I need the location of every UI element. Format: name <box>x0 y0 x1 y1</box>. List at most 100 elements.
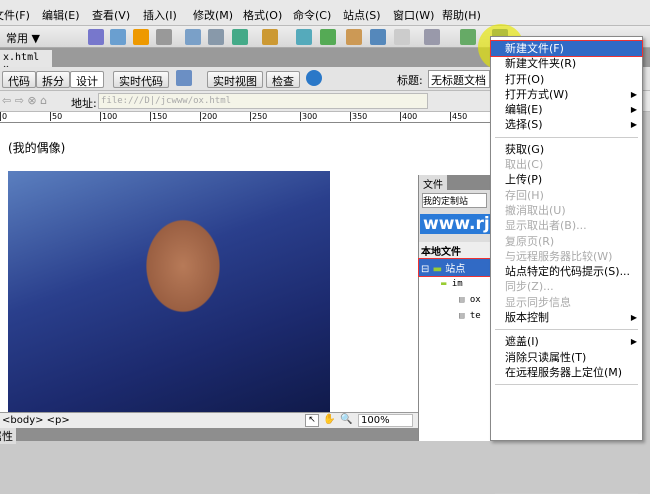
context-menu-item[interactable]: 上传(P) <box>491 172 642 187</box>
menu-0[interactable]: 文件(F) <box>0 7 30 23</box>
local-files-header: 本地文件 <box>419 242 490 259</box>
context-menu-item[interactable]: 消除只读属性(T) <box>491 350 642 365</box>
menu-separator <box>495 136 638 138</box>
context-menu-item[interactable]: 新建文件夹(R) <box>491 56 642 71</box>
category-select[interactable]: 常用 ▼ <box>6 30 40 46</box>
context-menu-item[interactable]: 获取(G) <box>491 142 642 157</box>
menu-item-label: 与远程服务器比较(W) <box>505 249 613 263</box>
tag-selector[interactable]: <body> <p> <box>2 415 70 426</box>
context-menu-item[interactable]: 打开方式(W) ▶ <box>491 87 642 102</box>
context-menu-item[interactable]: 遮盖(I) ▶ <box>491 334 642 349</box>
file-label: im <box>451 279 463 289</box>
file-tree-item[interactable]: ▤ ox <box>419 292 490 308</box>
code-view-button[interactable]: 代码 <box>2 71 36 88</box>
context-menu-item: 撤消取出(U) <box>491 203 642 218</box>
menu-separator <box>495 329 638 331</box>
nav-buttons-icon[interactable]: ⇦ ⇨ ⊗ ⌂ <box>2 94 47 107</box>
insert-tool-icon[interactable] <box>185 29 201 45</box>
insert-tool-icon[interactable] <box>424 29 440 45</box>
insert-tool-icon[interactable] <box>232 29 248 45</box>
title-input[interactable]: 无标题文档 <box>428 70 490 88</box>
menu-item-label: 取出(C) <box>505 158 544 172</box>
ruler-tick: 150 <box>150 112 168 121</box>
insert-tool-icon[interactable] <box>460 29 476 45</box>
submenu-arrow-icon: ▶ <box>630 120 637 130</box>
menu-item-label: 新建文件(F) <box>505 42 564 55</box>
context-menu: 新建文件(F) 新建文件夹(R) 打开(O) 打开方式(W) ▶ 编辑(E) ▶ 选择(S) ▶… <box>490 36 643 494</box>
zoom-select[interactable]: 100% <box>358 414 413 427</box>
site-select[interactable]: 我的定制站 <box>419 190 490 212</box>
address-input[interactable]: file:///D|/jcwww/ox.html <box>98 93 428 109</box>
context-menu-item: 同步(Z)... <box>491 279 642 294</box>
context-menu-item[interactable]: 选择(S) ▶ <box>491 117 642 132</box>
insert-tool-icon[interactable] <box>110 29 126 45</box>
site-name: 我的定制站 <box>422 193 487 208</box>
menu-item-label: 编辑(E) <box>505 103 543 117</box>
live-code-button[interactable]: 实时代码 <box>113 71 169 88</box>
idol-photo[interactable] <box>8 171 330 412</box>
zoom-tool-icon[interactable]: 🔍 <box>340 414 352 425</box>
context-menu-item: 复原页(R) <box>491 234 642 249</box>
select-tool-icon[interactable]: ↖ <box>305 414 319 427</box>
menu-item-label: 复原页(R) <box>505 234 555 248</box>
file-icon: ▤ <box>459 311 465 321</box>
menu-item-label: 存回(H) <box>505 188 544 202</box>
context-menu-item[interactable]: 编辑(E) ▶ <box>491 102 642 117</box>
insert-tool-icon[interactable] <box>394 29 410 45</box>
document-heading: (我的偶像) <box>8 141 66 155</box>
menu-9[interactable]: 帮助(H) <box>442 7 481 23</box>
insert-tool-icon[interactable] <box>262 29 278 45</box>
menu-7[interactable]: 站点(S) <box>343 7 381 23</box>
menu-item-label: 显示同步信息 <box>505 295 571 309</box>
menu-item-label: 上传(P) <box>505 173 543 187</box>
files-tab[interactable]: 文件 <box>419 175 447 192</box>
context-menu-item[interactable]: 站点特定的代码提示(S)... <box>491 264 642 279</box>
insert-tool-icon[interactable] <box>346 29 362 45</box>
title-label: 标题: <box>397 74 423 87</box>
insert-tool-icon[interactable] <box>156 29 172 45</box>
submenu-arrow-icon: ▶ <box>630 89 637 99</box>
insert-tool-icon[interactable] <box>320 29 336 45</box>
menu-5[interactable]: 格式(O) <box>243 7 282 23</box>
context-menu-item[interactable]: 新建文件(F) <box>490 39 643 58</box>
menu-4[interactable]: 修改(M) <box>193 7 233 23</box>
menu-item-label: 撤消取出(U) <box>505 203 566 217</box>
context-menu-item: 显示取出者(B)... <box>491 218 642 233</box>
insert-tool-icon[interactable] <box>88 29 104 45</box>
file-tree-item[interactable]: ▬ im <box>419 276 490 292</box>
menu-1[interactable]: 编辑(E) <box>42 7 80 23</box>
menu-item-label: 获取(G) <box>505 142 545 156</box>
zoom-value: 100% <box>361 415 390 426</box>
properties-tab[interactable]: 属性 <box>0 428 16 444</box>
design-view-button[interactable]: 设计 <box>70 71 104 88</box>
menu-3[interactable]: 插入(I) <box>143 7 177 23</box>
live-view-button[interactable]: 实时视图 <box>207 71 263 88</box>
check-browser-icon[interactable] <box>176 70 192 86</box>
menu-item-label: 选择(S) <box>505 118 543 132</box>
context-menu-item[interactable]: 在远程服务器上定位(M) <box>491 365 642 380</box>
file-tree-item[interactable]: ▤ te <box>419 308 490 324</box>
site-root-label: 站点 <box>445 264 466 275</box>
hand-tool-icon[interactable]: ✋ <box>323 414 335 425</box>
menu-item-label: 版本控制 <box>505 311 549 325</box>
menu-item-label: 打开(O) <box>505 72 545 86</box>
insert-tool-icon[interactable] <box>133 29 149 45</box>
menu-2[interactable]: 查看(V) <box>92 7 130 23</box>
properties-bar: 属性 <box>0 428 430 444</box>
context-menu-item: 与远程服务器比较(W) <box>491 249 642 264</box>
context-menu-item[interactable]: 版本控制 ▶ <box>491 310 642 325</box>
tab-filename: x.html <box>3 52 40 63</box>
document-tab[interactable]: x.html × <box>0 50 52 74</box>
ruler-tick: 50 <box>50 112 63 121</box>
insert-tool-icon[interactable] <box>296 29 312 45</box>
menu-6[interactable]: 命令(C) <box>293 7 331 23</box>
ruler-tick: 250 <box>250 112 268 121</box>
insert-tool-icon[interactable] <box>208 29 224 45</box>
preview-globe-icon[interactable] <box>306 70 322 86</box>
site-root-row[interactable]: ⊟ ▬ 站点 <box>418 258 491 277</box>
split-view-button[interactable]: 拆分 <box>36 71 70 88</box>
menu-8[interactable]: 窗口(W) <box>393 7 434 23</box>
context-menu-item[interactable]: 打开(O) <box>491 72 642 87</box>
inspect-button[interactable]: 检查 <box>266 71 300 88</box>
insert-tool-icon[interactable] <box>370 29 386 45</box>
